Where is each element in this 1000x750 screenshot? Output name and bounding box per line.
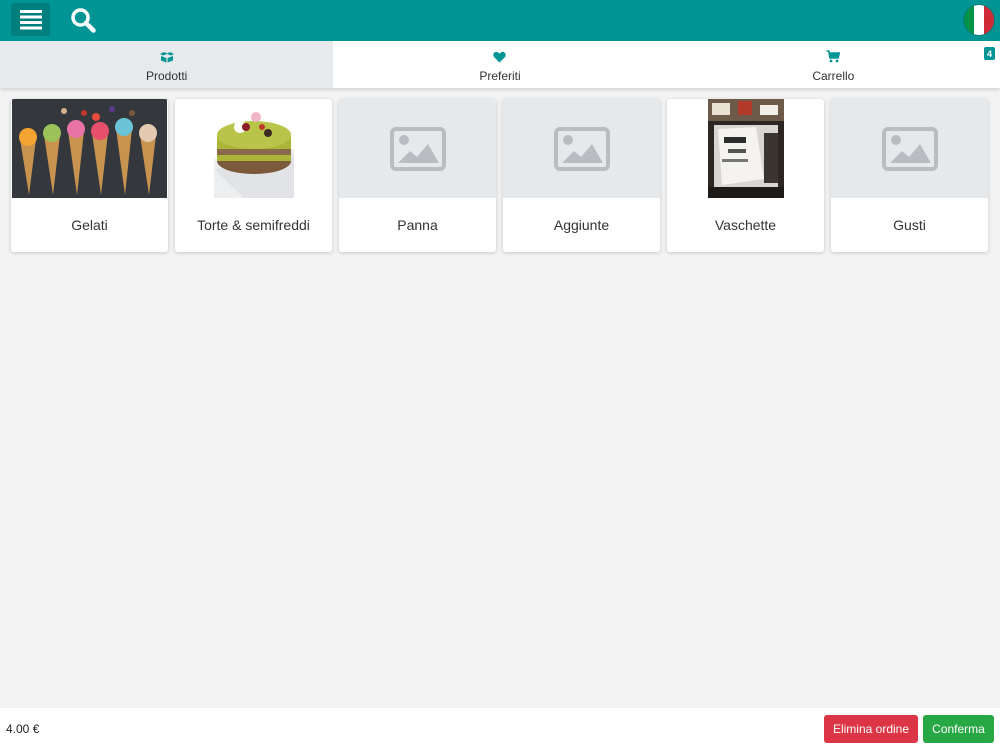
- category-label: Gusti: [893, 217, 926, 233]
- language-flag-button[interactable]: [963, 4, 995, 36]
- pistachio-cake-photo: [175, 99, 332, 198]
- tab-label: Prodotti: [145, 68, 188, 83]
- tab-carrello[interactable]: Carrello 4: [667, 41, 1000, 88]
- category-card-aggiunte[interactable]: Aggiunte: [503, 99, 660, 252]
- placeholder-image-icon: [553, 126, 610, 171]
- placeholder-image-icon: [881, 126, 938, 171]
- category-label: Aggiunte: [553, 217, 610, 233]
- category-label: Panna: [397, 217, 438, 233]
- category-card-gusti[interactable]: Gusti: [831, 99, 988, 252]
- tab-bar: Prodotti Preferiti Carrello 4: [0, 41, 1000, 88]
- placeholder-image: [831, 99, 988, 198]
- placeholder-image: [339, 99, 496, 198]
- flag-stripe-white: [974, 5, 984, 35]
- order-footer: 4.00 € Elimina ordine Conferma: [0, 708, 1000, 750]
- tab-label: Preferiti: [479, 68, 521, 83]
- flag-stripe-green: [964, 5, 974, 35]
- category-label: Gelati: [71, 217, 108, 233]
- category-grid: Gelati Torte & semifreddi Panna Aggiunte…: [11, 99, 989, 252]
- confirm-button[interactable]: Conferma: [923, 715, 994, 743]
- delete-order-button[interactable]: Elimina ordine: [824, 715, 918, 743]
- menu-button[interactable]: [11, 3, 50, 36]
- flag-stripe-red: [984, 5, 994, 35]
- order-total: 4.00 €: [6, 722, 40, 736]
- boxes-icon: [159, 49, 175, 65]
- category-card-panna[interactable]: Panna: [339, 99, 496, 252]
- placeholder-image-icon: [389, 126, 446, 171]
- category-card-vaschette[interactable]: Vaschette: [667, 99, 824, 252]
- category-card-torte[interactable]: Torte & semifreddi: [175, 99, 332, 252]
- search-button[interactable]: [68, 5, 98, 35]
- ice-cream-cones-photo: [11, 99, 168, 198]
- tab-prodotti[interactable]: Prodotti: [0, 41, 334, 88]
- tab-label: Carrello: [812, 68, 855, 83]
- heart-icon: [493, 49, 507, 65]
- hamburger-menu-icon: [19, 9, 42, 29]
- category-label: Torte & semifreddi: [197, 217, 310, 233]
- tab-preferiti[interactable]: Preferiti: [333, 41, 666, 88]
- placeholder-image: [503, 99, 660, 198]
- category-card-gelati[interactable]: Gelati: [11, 99, 168, 252]
- ice-cream-tubs-photo: [667, 99, 824, 198]
- top-bar: [0, 0, 1000, 41]
- category-label: Vaschette: [714, 217, 777, 233]
- search-icon: [71, 8, 96, 33]
- cart-icon: [826, 49, 841, 65]
- cart-count-badge: 4: [983, 47, 995, 60]
